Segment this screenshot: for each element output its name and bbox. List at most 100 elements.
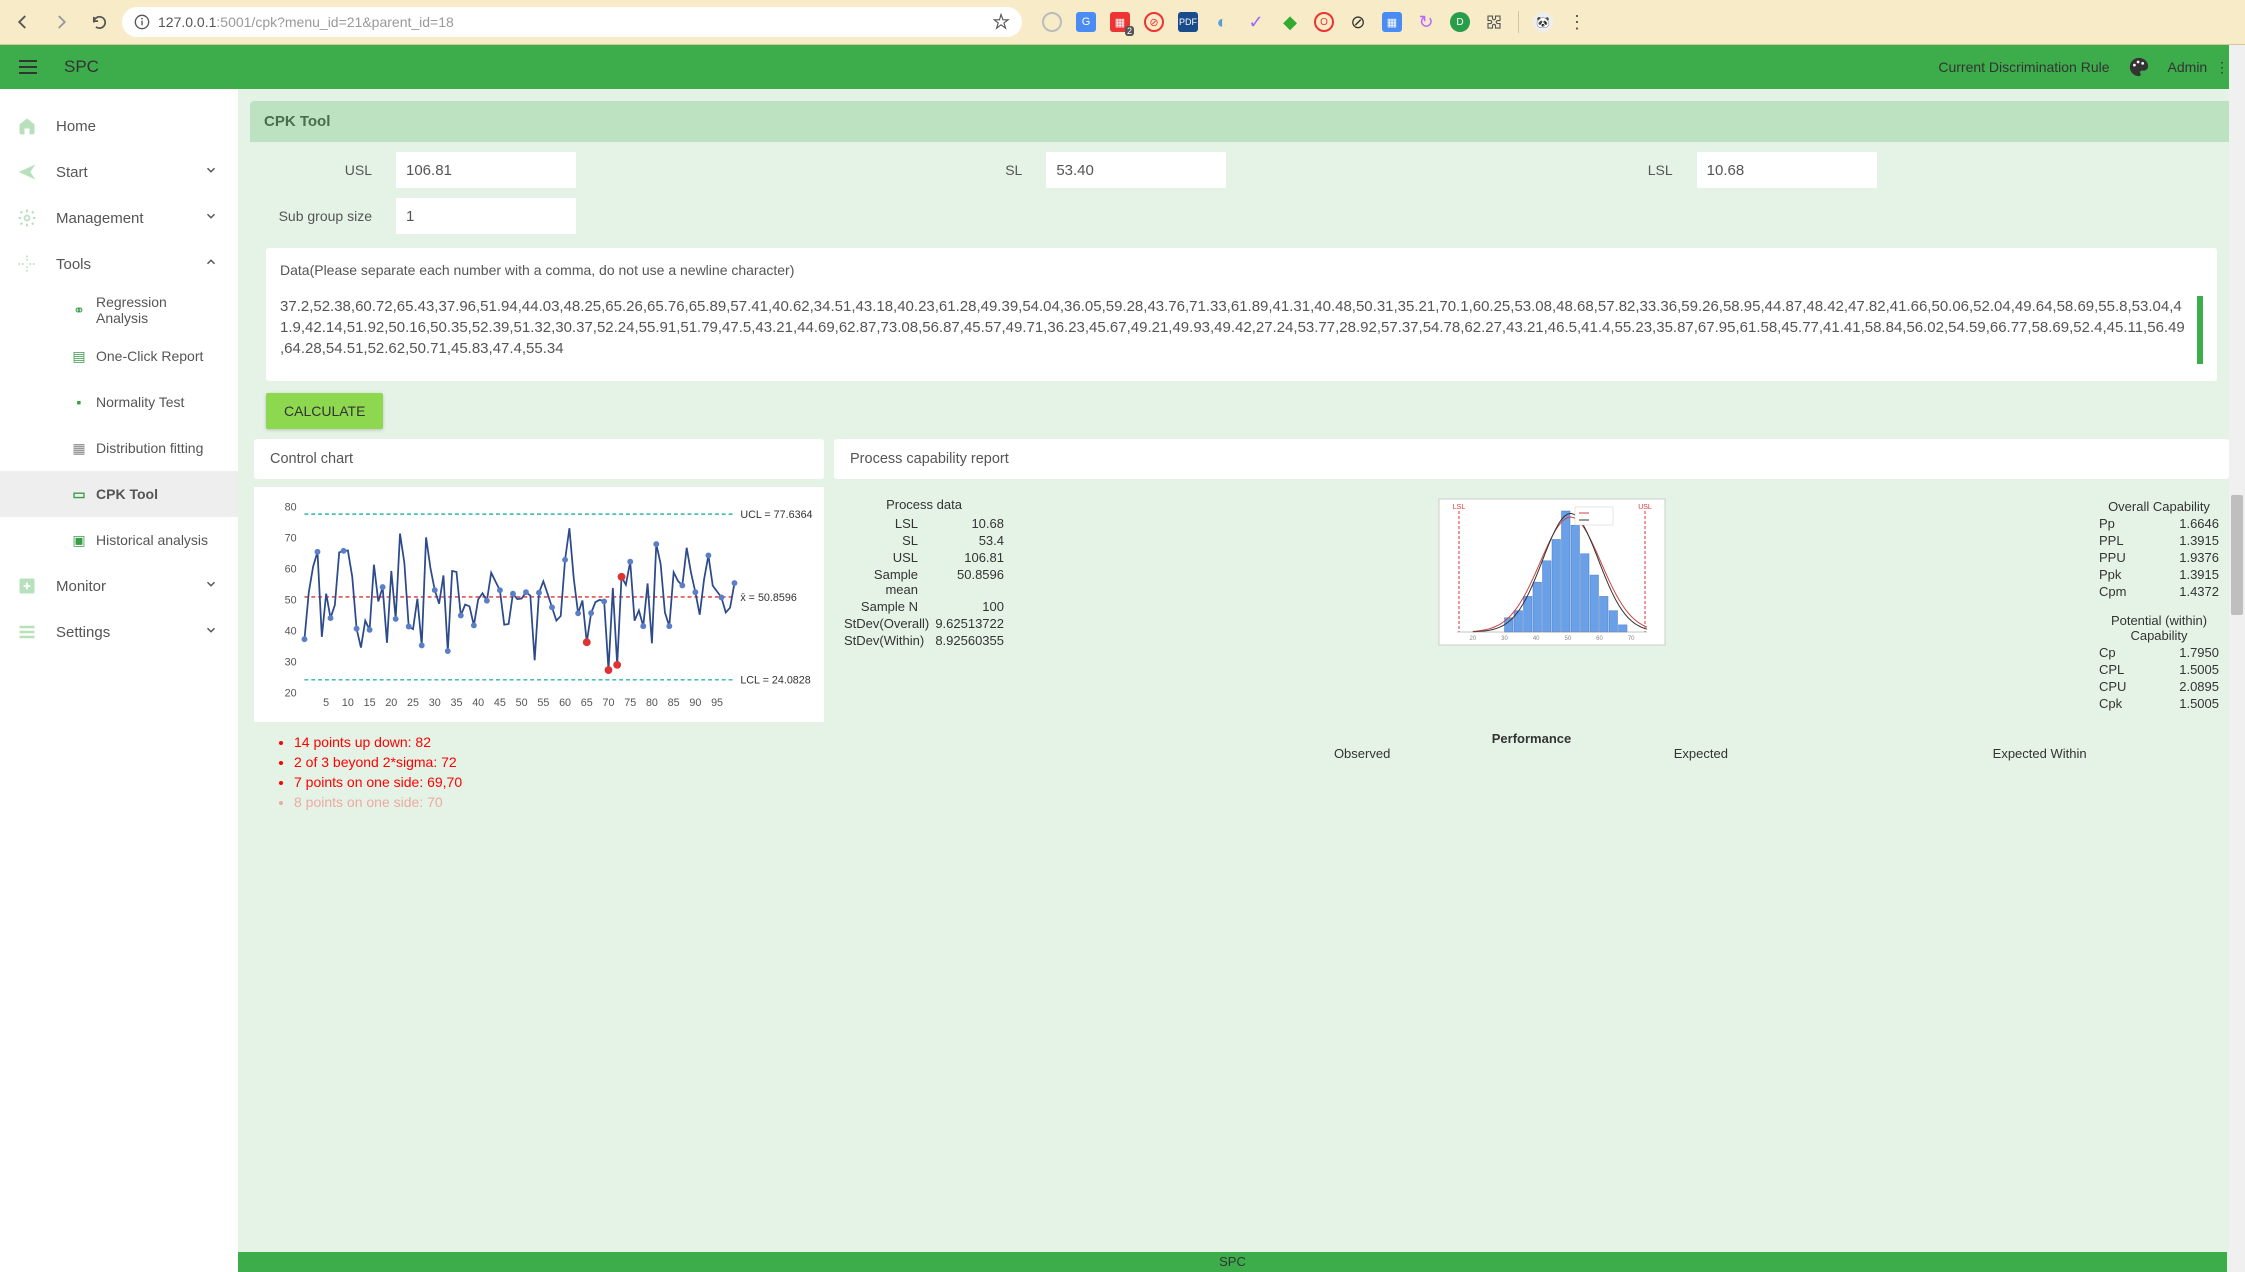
svg-text:50: 50	[516, 697, 528, 709]
svg-text:20: 20	[285, 687, 297, 699]
usl-label: USL	[266, 162, 396, 178]
profile-icon[interactable]: 🐼	[1533, 12, 1553, 32]
panel-title: CPK Tool	[250, 101, 2233, 142]
ext-icon-6[interactable]: ◐	[1212, 12, 1232, 32]
app-bar: SPC Current Discrimination Rule Admin ⋮	[0, 45, 2245, 89]
sidebar-sub-cpk[interactable]: ▭ CPK Tool	[0, 471, 238, 517]
url-text: 127.0.0.1:5001/cpk?menu_id=21&parent_id=…	[158, 14, 984, 30]
svg-text:x̄ = 50.8596: x̄ = 50.8596	[740, 592, 797, 604]
svg-text:40: 40	[285, 625, 297, 637]
histogram-chart: LSLUSL203040506070	[1012, 497, 2091, 713]
ext-icon-8[interactable]: ◆	[1280, 12, 1300, 32]
chevron-down-icon	[204, 209, 222, 227]
svg-text:LSL: LSL	[1452, 504, 1465, 511]
svg-text:95: 95	[711, 697, 723, 709]
svg-text:70: 70	[603, 697, 615, 709]
lsl-label: LSL	[1567, 162, 1697, 178]
ext-icon-5[interactable]: PDF	[1178, 12, 1198, 32]
svg-text:35: 35	[450, 697, 462, 709]
grid-icon: ▦	[70, 440, 88, 457]
menu-dots-icon[interactable]: ⋮	[1567, 12, 1587, 32]
overall-cap-header: Overall Capability	[2099, 499, 2219, 514]
ext-icon-10[interactable]: ⊘	[1348, 12, 1368, 32]
svg-text:40: 40	[472, 697, 484, 709]
sl-input[interactable]	[1046, 152, 1226, 188]
subgroup-label: Sub group size	[266, 207, 396, 225]
svg-text:80: 80	[646, 697, 658, 709]
gear-icon	[16, 207, 38, 229]
extension-icons: G 2▦ ⊘ PDF ◐ ✓ ◆ O ⊘ ▦ ↻ D 🐼 ⋮	[1042, 11, 1587, 33]
back-button[interactable]	[8, 7, 38, 37]
ext-icon-11[interactable]: ▦	[1382, 12, 1402, 32]
sidebar-item-start[interactable]: Start	[0, 149, 238, 195]
svg-text:5: 5	[323, 697, 329, 709]
app-title: SPC	[64, 57, 99, 77]
sidebar-sub-distfit[interactable]: ▦ Distribution fitting	[0, 425, 238, 471]
star-icon[interactable]	[992, 13, 1010, 31]
chevron-down-icon	[204, 163, 222, 181]
reload-button[interactable]	[84, 7, 114, 37]
sidebar-sub-normality[interactable]: ▪ Normality Test	[0, 379, 238, 425]
page-scrollbar[interactable]	[2229, 45, 2245, 1272]
svg-text:45: 45	[494, 697, 506, 709]
lsl-input[interactable]	[1697, 152, 1877, 188]
sidebar-sub-report[interactable]: ▤ One-Click Report	[0, 333, 238, 379]
svg-text:60: 60	[1596, 636, 1603, 642]
sidebar-sub-historical[interactable]: ▣ Historical analysis	[0, 517, 238, 563]
plus-box-icon	[16, 575, 38, 597]
capability-title: Process capability report	[834, 439, 2229, 479]
data-label: Data(Please separate each number with a …	[280, 262, 2203, 278]
svg-text:70: 70	[285, 533, 297, 545]
subgroup-input[interactable]	[396, 198, 576, 234]
usl-input[interactable]	[396, 152, 576, 188]
ext-icon-12[interactable]: ↻	[1416, 12, 1436, 32]
data-box: Data(Please separate each number with a …	[266, 248, 2217, 381]
svg-text:60: 60	[285, 564, 297, 576]
sidebar-item-settings[interactable]: Settings	[0, 609, 238, 655]
ext-icon-13[interactable]: D	[1450, 12, 1470, 32]
ext-icon-9[interactable]: O	[1314, 12, 1334, 32]
info-icon	[134, 14, 150, 30]
svg-text:80: 80	[285, 502, 297, 514]
svg-text:90: 90	[689, 697, 701, 709]
sidebar-sub-regression[interactable]: ⚭ Regression Analysis	[0, 287, 238, 333]
ext-icon-2[interactable]: G	[1076, 12, 1096, 32]
report-icon: ▤	[70, 348, 88, 365]
svg-text:50: 50	[285, 595, 297, 607]
ext-icon-4[interactable]: ⊘	[1144, 12, 1164, 32]
chart-icon: ▪	[70, 394, 88, 410]
sidebar-item-management[interactable]: Management	[0, 195, 238, 241]
ext-icon-7[interactable]: ✓	[1246, 12, 1266, 32]
send-icon	[16, 161, 38, 183]
potential-cap-header: Potential (within) Capability	[2099, 613, 2219, 643]
chevron-down-icon	[204, 577, 222, 595]
process-data-header: Process data	[844, 497, 1004, 512]
control-chart: 2030405060708051015202530354045505560657…	[254, 487, 824, 722]
link-icon: ⚭	[70, 302, 88, 319]
ext-icon-3[interactable]: 2▦	[1110, 12, 1130, 32]
sidebar-item-home[interactable]: Home	[0, 103, 238, 149]
svg-text:LCL = 24.0828: LCL = 24.0828	[740, 675, 810, 687]
svg-text:15: 15	[364, 697, 376, 709]
rule-label[interactable]: Current Discrimination Rule	[1938, 59, 2109, 75]
calculate-button[interactable]: CALCULATE	[266, 393, 383, 429]
sidebar-item-tools[interactable]: Tools	[0, 241, 238, 287]
capability-panel: Process capability report Process data L…	[834, 439, 2229, 822]
url-bar[interactable]: 127.0.0.1:5001/cpk?menu_id=21&parent_id=…	[122, 7, 1022, 37]
home-icon	[16, 115, 38, 137]
svg-text:55: 55	[537, 697, 549, 709]
sparkle-icon	[16, 253, 38, 275]
hamburger-menu[interactable]	[16, 55, 40, 79]
user-menu[interactable]: Admin ⋮	[2168, 59, 2229, 76]
ext-icon-1[interactable]	[1042, 12, 1062, 32]
content-area: CPK Tool USL SL LSL Sub group size	[238, 89, 2245, 1272]
puzzle-icon[interactable]	[1484, 12, 1504, 32]
palette-icon[interactable]	[2128, 56, 2150, 78]
svg-text:70: 70	[1627, 636, 1634, 642]
sidebar-item-monitor[interactable]: Monitor	[0, 563, 238, 609]
svg-text:40: 40	[1532, 636, 1539, 642]
sl-label: SL	[916, 162, 1046, 178]
forward-button[interactable]	[46, 7, 76, 37]
svg-text:20: 20	[1469, 636, 1476, 642]
data-textarea[interactable]	[280, 296, 2203, 364]
